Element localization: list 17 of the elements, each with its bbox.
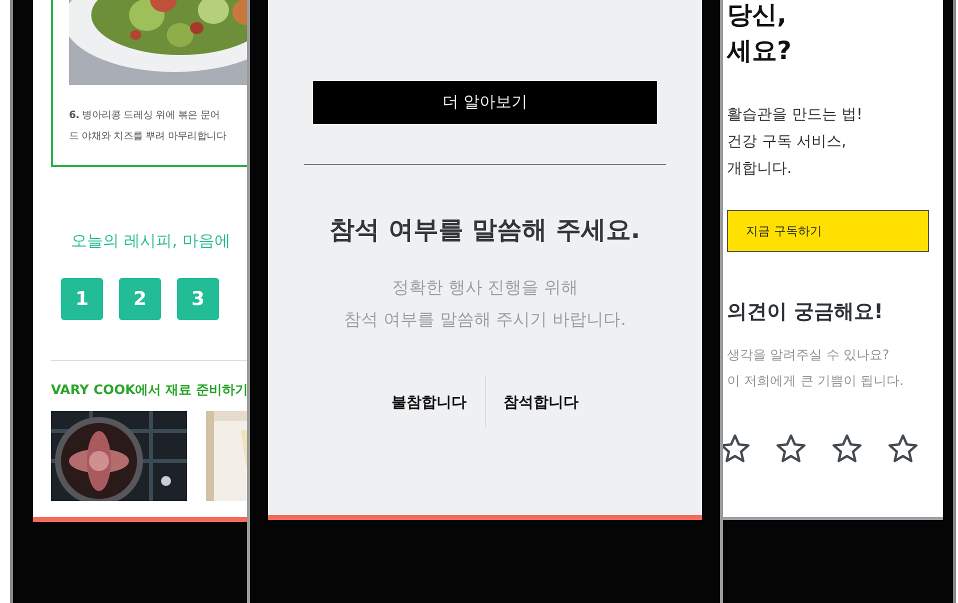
learn-more-button[interactable]: 더 알아보기 [313,81,657,124]
subscribe-button[interactable]: 지금 구독하기 [727,210,929,252]
recipe-step-text: 드 야채와 치즈를 뿌려 마무리합니다 [69,130,228,144]
dialog-message: 정확한 행사 진행을 위해 참석 여부를 말씀해 주시기 바랍니다. [344,277,626,332]
recipe-step-text: 6. 병아리콩 드레싱 위에 볶은 문어 [69,109,221,123]
star-icon[interactable] [831,433,863,465]
star-icon[interactable] [775,433,807,465]
section-title: VARY COOK에서 재료 준비하기 [51,382,250,399]
description-text: 활습관을 만드는 법! 건강 구독 서비스, 개합니다. [727,104,864,179]
headline: 당신, 세요? [727,0,793,67]
recipe-prompt: 오늘의 레시피, 마음에 [71,231,232,252]
choice-button[interactable]: 참석합니다 [486,386,596,418]
dialog-title: 참석 여부를 말씀해 주세요. [330,214,640,246]
star-icon[interactable] [887,433,919,465]
feedback-title: 의견이 궁금해요! [727,298,884,325]
choice-button[interactable]: 불참합니다 [374,386,484,418]
feedback-text: 생각을 알려주실 수 있나요? 이 저희에게 큰 기쁨이 됩니다. [727,347,905,391]
